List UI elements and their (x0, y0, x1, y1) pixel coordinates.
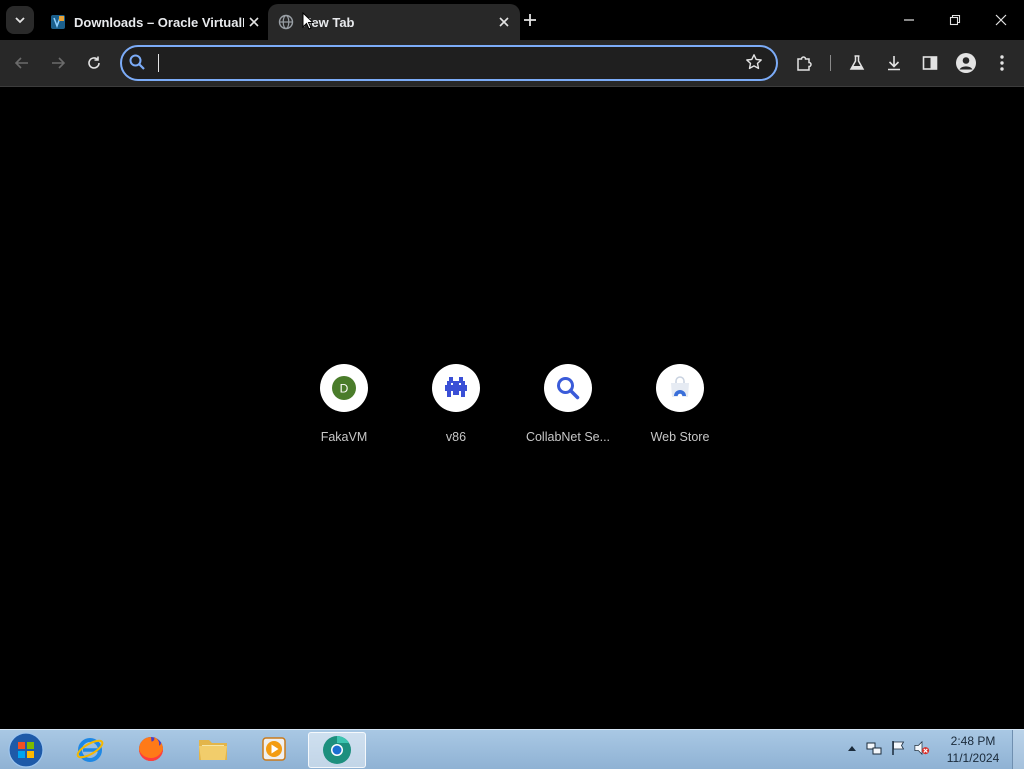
close-icon (249, 17, 259, 27)
text-caret (158, 54, 159, 72)
new-tab-button[interactable] (518, 8, 542, 32)
web-store-icon (671, 376, 689, 399)
show-desktop-button[interactable] (1012, 730, 1024, 769)
virtualbox-icon (51, 15, 65, 29)
taskbar-firefox[interactable] (123, 732, 179, 766)
reload-button[interactable] (80, 49, 108, 77)
internet-explorer-icon (76, 738, 104, 762)
shortcut-tile: D (320, 364, 368, 412)
show-hidden-icons-button[interactable] (844, 740, 860, 756)
extensions-button[interactable] (790, 49, 818, 77)
search-icon (129, 54, 145, 70)
taskbar-media-player[interactable] (246, 732, 302, 766)
start-button[interactable] (6, 731, 46, 769)
shortcut-web-store[interactable]: Web Store (624, 362, 736, 452)
taskbar-internet-explorer[interactable] (62, 732, 118, 766)
labs-button[interactable] (843, 49, 871, 77)
tab-search-button[interactable] (6, 6, 34, 34)
globe-icon (278, 14, 294, 30)
shortcut-collabnet[interactable]: CollabNet Se... (512, 362, 624, 452)
toolbar-separator (830, 55, 831, 71)
shortcut-label: v86 (445, 430, 467, 444)
shortcut-tile (432, 364, 480, 412)
taskbar: 2:48 PM 11/1/2024 (0, 729, 1024, 769)
tab-downloads[interactable]: Downloads – Oracle VirtualBox (40, 4, 270, 40)
close-window-button[interactable] (978, 0, 1024, 40)
close-tab-button[interactable] (494, 12, 514, 32)
svg-text:D: D (340, 382, 349, 396)
reload-icon (88, 56, 100, 69)
windows-start-icon (8, 732, 44, 768)
volume-muted-icon (914, 740, 930, 756)
shortcut-tile (544, 364, 592, 412)
shortcut-label: CollabNet Se... (525, 430, 611, 444)
close-icon (499, 17, 509, 27)
plus-icon (524, 14, 536, 26)
clock-date: 11/1/2024 (946, 751, 1000, 765)
restore-icon (949, 14, 961, 26)
minimize-icon (904, 19, 914, 21)
taskbar-chromium[interactable] (308, 732, 366, 768)
arrow-left-icon (14, 57, 28, 69)
shortcut-label: Web Store (650, 430, 710, 444)
bookmark-star-icon[interactable] (745, 53, 763, 71)
chromium-icon (323, 736, 351, 764)
minimize-button[interactable] (886, 0, 932, 40)
side-panel-icon (922, 56, 938, 70)
mouse-cursor (302, 12, 314, 30)
address-input[interactable] (156, 51, 736, 75)
file-explorer-icon (199, 740, 227, 760)
avatar-icon (956, 53, 976, 73)
close-tab-button[interactable] (244, 12, 264, 32)
restore-button[interactable] (932, 0, 978, 40)
downloads-button[interactable] (880, 49, 908, 77)
flag-icon (892, 741, 905, 755)
browser-toolbar (0, 40, 1024, 87)
flask-icon (849, 55, 865, 70)
chevron-down-icon (15, 17, 25, 24)
tray-action-center[interactable] (890, 740, 906, 756)
tray-network[interactable] (866, 740, 882, 756)
chevron-up-icon (848, 746, 856, 751)
puzzle-icon (797, 56, 812, 71)
tab-title: Downloads – Oracle VirtualBox (74, 14, 244, 30)
search-icon (557, 377, 580, 400)
arrow-right-icon (52, 57, 66, 69)
shortcut-fakavm[interactable]: D FakaVM (288, 362, 400, 452)
shortcut-label: FakaVM (320, 430, 368, 444)
forward-button[interactable] (44, 49, 72, 77)
menu-button[interactable] (988, 49, 1016, 77)
tab-title: New Tab (302, 14, 355, 30)
taskbar-file-explorer[interactable] (185, 732, 241, 766)
tray-volume[interactable] (914, 740, 930, 756)
shortcut-v86[interactable]: v86 (400, 362, 512, 452)
close-icon (995, 14, 1007, 26)
media-player-icon (262, 737, 286, 761)
tab-strip: Downloads – Oracle VirtualBox New Tab (0, 0, 1024, 40)
kebab-menu-icon (1000, 55, 1004, 71)
clock-time: 2:48 PM (950, 734, 996, 748)
download-icon (888, 56, 900, 71)
network-icon (866, 742, 882, 755)
firefox-icon (139, 737, 163, 761)
address-bar[interactable] (120, 45, 778, 81)
shortcut-tile (656, 364, 704, 412)
profile-button[interactable] (952, 49, 980, 77)
pixel-monster-icon (445, 377, 467, 397)
taskbar-clock[interactable]: 2:48 PM 11/1/2024 (940, 733, 1006, 767)
side-panel-button[interactable] (916, 49, 944, 77)
letter-d-icon: D (332, 376, 356, 400)
back-button[interactable] (8, 49, 36, 77)
